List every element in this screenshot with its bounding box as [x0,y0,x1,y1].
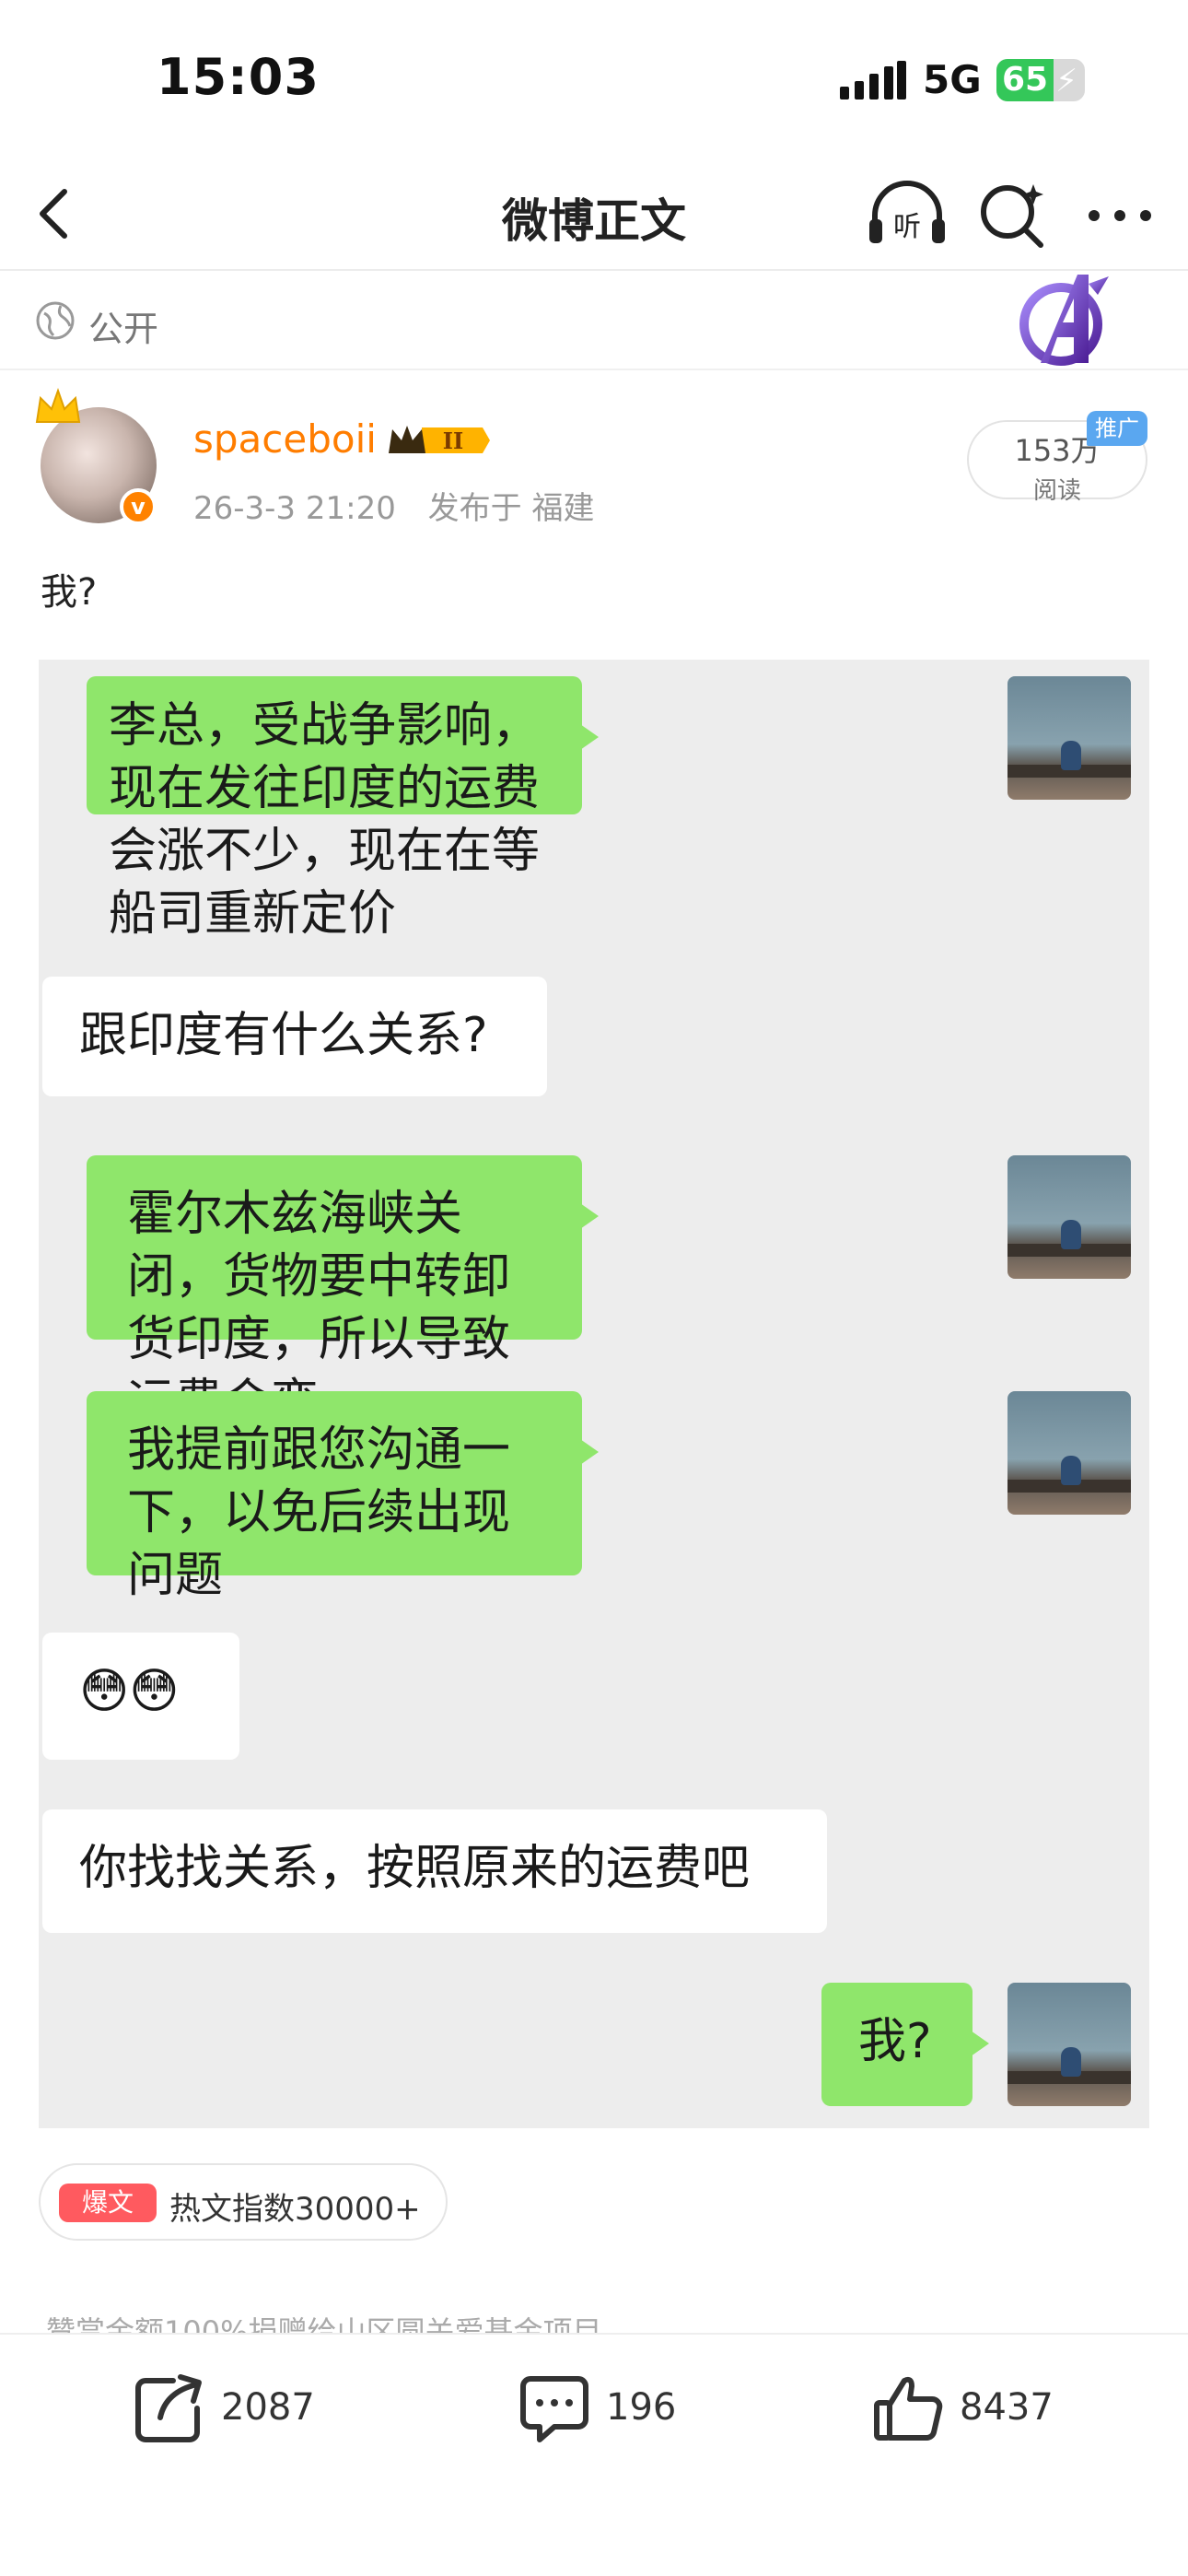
chat-bubble-me: 霍尔木兹海峡关闭，货物要中转卸货印度，所以导致运费会变 [87,1155,599,1430]
search-icon[interactable] [976,179,1050,252]
chat-bubble-other: 😳😳 [42,1633,239,1760]
repost-count: 2087 [221,2386,315,2429]
post-meta: 26-3-3 21:20 发布于 福建 [193,483,594,528]
listen-icon[interactable]: 听 [866,179,949,252]
nav-bar: 微博正文 听 [0,157,1188,271]
chat-avatar [1007,676,1131,800]
chat-avatar [1007,1155,1131,1279]
visibility-label: 公开 [88,309,159,349]
repost-icon [135,2374,202,2442]
chat-bubble-me: 我提前跟您沟通一下，以免后续出现问题 [87,1391,599,1603]
signal-icon [840,61,906,100]
chat-bubble-other: 你找找关系，按照原来的运费吧 [42,1809,827,1933]
svg-text:听: 听 [893,211,921,243]
like-icon [874,2376,943,2441]
crown-icon [35,387,81,423]
like-button[interactable]: 8437 [871,2371,1092,2449]
author-name[interactable]: spaceboii [193,416,377,462]
author-avatar-wrap[interactable]: v [35,387,158,525]
hot-badge: 爆文 [59,2184,157,2222]
action-bar: 2087 196 8437 [0,2333,1188,2576]
network-type: 5G [923,57,982,102]
battery-percent: 65 [1002,61,1049,99]
chat-bubble-me: 我? [821,1983,989,2106]
post-text: 我? [41,571,98,614]
post-location: 发布于 福建 [427,490,595,527]
comment-count: 196 [606,2386,677,2429]
globe-icon [36,301,75,340]
chat-bubble-me: 李总，受战争影响，现在发往印度的运费会涨不少，现在在等船司重新定价 [87,676,599,942]
status-bar: 15:03 5G 65 ⚡ [0,0,1188,157]
comment-button[interactable]: 196 [518,2371,739,2449]
visibility-row: 公开 [0,273,1188,370]
charging-icon: ⚡ [1055,63,1077,100]
status-time: 15:03 [157,48,320,106]
avengers-logo-icon [1019,275,1109,366]
battery-indicator: 65 ⚡ [996,59,1085,101]
donation-text: 赞赏金额100%捐赠给山区圆关爱基金项目 [46,2314,602,2333]
vip-level: II [443,427,463,454]
repost-button[interactable]: 2087 [133,2371,372,2449]
post-image[interactable]: 李总，受战争影响，现在发往印度的运费会涨不少，现在在等船司重新定价 跟印度有什么… [39,660,1149,2128]
promo-tag: 推广 [1087,411,1147,446]
more-icon[interactable] [1079,179,1160,252]
hot-index-pill[interactable]: 爆文 热文指数30000+ [39,2163,448,2241]
verified-badge: v [120,488,157,525]
vip-crown-icon: II [389,426,490,454]
hot-index-text: 热文指数30000+ [169,2191,421,2228]
chat-avatar [1007,1391,1131,1515]
post-timestamp: 26-3-3 21:20 [193,490,396,527]
reads-label: 阅读 [1032,477,1081,505]
vip-badge[interactable]: II [385,420,492,461]
comment-icon [520,2376,588,2442]
like-count: 8437 [960,2386,1054,2429]
chat-avatar [1007,1983,1131,2106]
chat-bubble-other: 跟印度有什么关系? [42,977,547,1096]
